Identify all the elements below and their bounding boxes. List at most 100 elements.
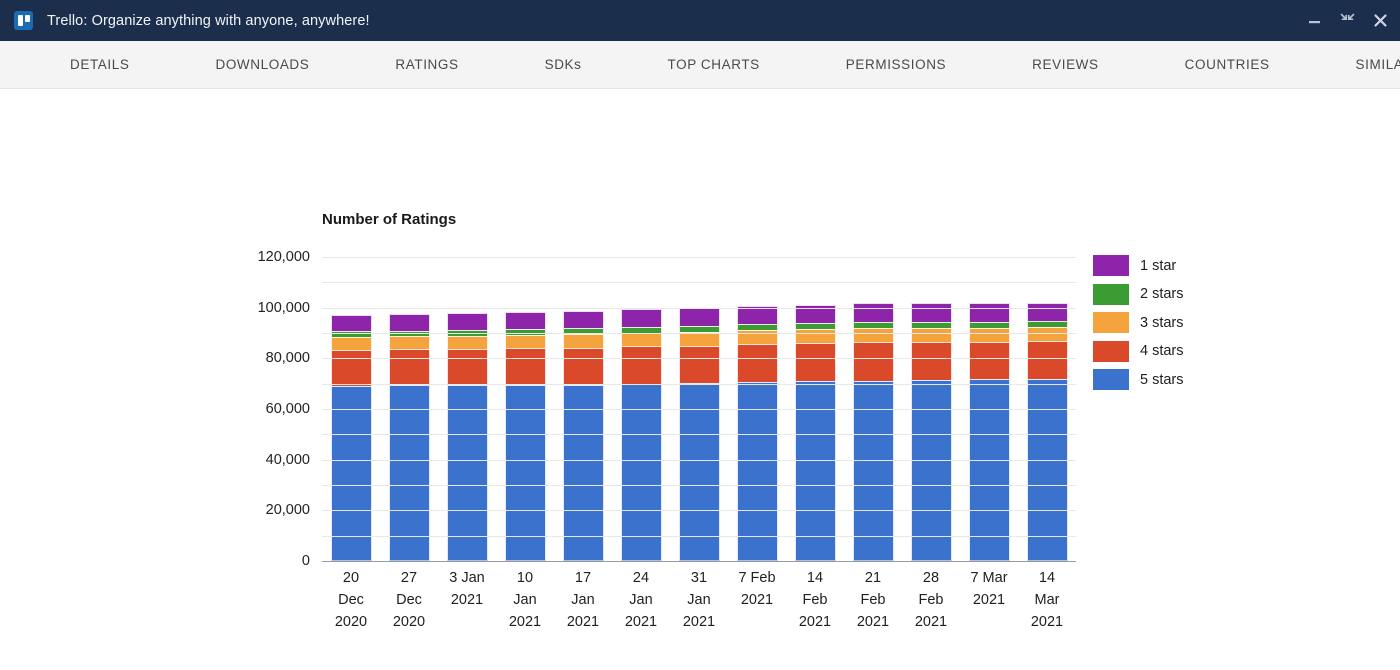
bar-segment-1-star[interactable] bbox=[562, 311, 604, 329]
bar-segment-4-stars[interactable] bbox=[678, 345, 720, 384]
bar-segment-1-star[interactable] bbox=[1026, 302, 1068, 322]
plot-area bbox=[322, 257, 1076, 562]
bar-segment-5-stars[interactable] bbox=[1026, 378, 1068, 561]
stacked-bar[interactable] bbox=[852, 303, 894, 561]
bar-segment-3-stars[interactable] bbox=[504, 334, 546, 349]
legend-label: 1 star bbox=[1140, 257, 1177, 274]
window-titlebar: Trello: Organize anything with anyone, a… bbox=[0, 0, 1400, 41]
bar-segment-5-stars[interactable] bbox=[620, 383, 662, 561]
bar-segment-1-star[interactable] bbox=[330, 314, 372, 332]
legend-label: 2 stars bbox=[1140, 286, 1184, 302]
stacked-bar[interactable] bbox=[910, 303, 952, 561]
legend-swatch bbox=[1093, 255, 1129, 276]
legend-swatch bbox=[1093, 283, 1129, 305]
x-axis-tick-label: 7 Mar 2021 bbox=[970, 570, 1008, 608]
bar-segment-4-stars[interactable] bbox=[910, 342, 952, 381]
legend-item[interactable]: 1 star bbox=[1093, 255, 1184, 276]
chart-legend: 1 star 2 stars 3 stars 4 stars 5 stars bbox=[1093, 255, 1184, 390]
bar-segment-3-stars[interactable] bbox=[678, 332, 720, 346]
nav-item-ratings[interactable]: RATINGS bbox=[385, 57, 468, 72]
restore-icon[interactable] bbox=[1340, 13, 1355, 28]
bar-segment-1-star[interactable] bbox=[968, 302, 1010, 322]
nav-item-similar[interactable]: SIMILAR bbox=[1346, 57, 1400, 72]
minimize-icon[interactable] bbox=[1307, 13, 1322, 28]
stacked-bar[interactable] bbox=[388, 313, 430, 561]
bar-segment-4-stars[interactable] bbox=[1026, 341, 1068, 379]
x-axis-tick-label: 21 Feb 2021 bbox=[856, 570, 890, 630]
bar-segment-4-stars[interactable] bbox=[794, 343, 836, 382]
bar-segment-5-stars[interactable] bbox=[678, 383, 720, 561]
gridline bbox=[322, 383, 1076, 385]
legend-swatch bbox=[1093, 312, 1129, 333]
bar-segment-4-stars[interactable] bbox=[968, 341, 1010, 380]
bar-segment-4-stars[interactable] bbox=[736, 344, 778, 382]
bar-segment-3-stars[interactable] bbox=[794, 329, 836, 344]
bar-segment-3-stars[interactable] bbox=[620, 332, 662, 347]
bar-segment-1-star[interactable] bbox=[388, 313, 430, 331]
legend-item[interactable]: 2 stars bbox=[1093, 283, 1184, 305]
legend-item[interactable]: 5 stars bbox=[1093, 369, 1184, 390]
nav-item-details[interactable]: DETAILS bbox=[60, 57, 139, 72]
y-axis-tick-label: 120,000 bbox=[257, 249, 310, 265]
stacked-bar[interactable] bbox=[968, 302, 1010, 561]
nav-item-downloads[interactable]: DOWNLOADS bbox=[205, 57, 319, 72]
legend-item[interactable]: 4 stars bbox=[1093, 340, 1184, 362]
gridline bbox=[322, 485, 1076, 486]
bar-segment-1-star[interactable] bbox=[678, 308, 720, 327]
stacked-bar[interactable] bbox=[794, 304, 836, 561]
bar-segment-3-stars[interactable] bbox=[1026, 327, 1068, 342]
bar-segment-5-stars[interactable] bbox=[968, 379, 1010, 561]
bar-segment-3-stars[interactable] bbox=[910, 328, 952, 343]
x-axis-labels: 20 Dec 2020 27 Dec 2020 3 Jan 2021 10 Jan 2021 17 Ja… bbox=[322, 567, 1076, 633]
bar-segment-3-stars[interactable] bbox=[446, 335, 488, 349]
nav-item-sdks[interactable]: SDKs bbox=[535, 57, 592, 72]
stacked-bar[interactable] bbox=[446, 312, 488, 561]
bar-segment-1-star[interactable] bbox=[620, 309, 662, 328]
bar-segment-1-star[interactable] bbox=[910, 303, 952, 322]
nav-item-permissions[interactable]: PERMISSIONS bbox=[836, 57, 956, 72]
bar-segment-3-stars[interactable] bbox=[968, 327, 1010, 342]
trello-icon bbox=[14, 11, 33, 30]
close-icon[interactable] bbox=[1373, 13, 1388, 28]
bar-segment-1-star[interactable] bbox=[504, 312, 546, 330]
bar-segment-3-stars[interactable] bbox=[852, 328, 894, 343]
bar-segment-4-stars[interactable] bbox=[562, 347, 604, 385]
bar-segment-5-stars[interactable] bbox=[852, 380, 894, 561]
nav-item-top-charts[interactable]: TOP CHARTS bbox=[658, 57, 770, 72]
x-axis-tick-label: 14 Mar 2021 bbox=[1030, 570, 1064, 630]
nav-item-countries[interactable]: COUNTRIES bbox=[1175, 57, 1280, 72]
x-axis-tick-label: 28 Feb 2021 bbox=[914, 570, 948, 630]
legend-label: 5 stars bbox=[1140, 371, 1184, 388]
nav-item-reviews[interactable]: REVIEWS bbox=[1022, 57, 1108, 72]
window-controls bbox=[1307, 0, 1388, 41]
stacked-bar[interactable] bbox=[562, 311, 604, 561]
bar-segment-4-stars[interactable] bbox=[504, 348, 546, 385]
x-axis-tick-label: 7 Feb 2021 bbox=[738, 570, 776, 608]
stacked-bar[interactable] bbox=[1026, 302, 1068, 561]
bar-segment-4-stars[interactable] bbox=[388, 349, 430, 386]
bar-segment-3-stars[interactable] bbox=[330, 336, 372, 350]
bar-segment-1-star[interactable] bbox=[852, 303, 894, 323]
bar-segment-3-stars[interactable] bbox=[388, 336, 430, 350]
bar-segment-1-star[interactable] bbox=[446, 312, 488, 330]
legend-item[interactable]: 3 stars bbox=[1093, 312, 1184, 333]
y-axis-tick-label: 100,000 bbox=[257, 299, 310, 316]
stacked-bar[interactable] bbox=[330, 314, 372, 561]
bar-segment-4-stars[interactable] bbox=[330, 349, 372, 386]
ratings-chart: 20 Dec 2020 27 Dec 2020 3 Jan 2021 10 Jan 2021 17 Ja… bbox=[0, 89, 1400, 670]
bar-segment-3-stars[interactable] bbox=[562, 334, 604, 348]
bar-segment-5-stars[interactable] bbox=[910, 380, 952, 561]
bar-segment-5-stars[interactable] bbox=[446, 385, 488, 561]
bar-segment-5-stars[interactable] bbox=[388, 385, 430, 561]
legend-label: 4 stars bbox=[1140, 343, 1184, 359]
x-axis-line bbox=[322, 561, 1076, 562]
stacked-bar[interactable] bbox=[504, 312, 546, 561]
bar-segment-4-stars[interactable] bbox=[446, 348, 488, 386]
bar-segment-4-stars[interactable] bbox=[852, 342, 894, 381]
bar-segment-4-stars[interactable] bbox=[620, 346, 662, 384]
gridline bbox=[322, 307, 1076, 309]
bar-segment-5-stars[interactable] bbox=[562, 384, 604, 561]
bar-segment-5-stars[interactable] bbox=[504, 384, 546, 561]
x-axis-tick-label: 14 Feb 2021 bbox=[798, 570, 832, 630]
x-axis-tick-label: 27 Dec 2020 bbox=[392, 570, 426, 630]
